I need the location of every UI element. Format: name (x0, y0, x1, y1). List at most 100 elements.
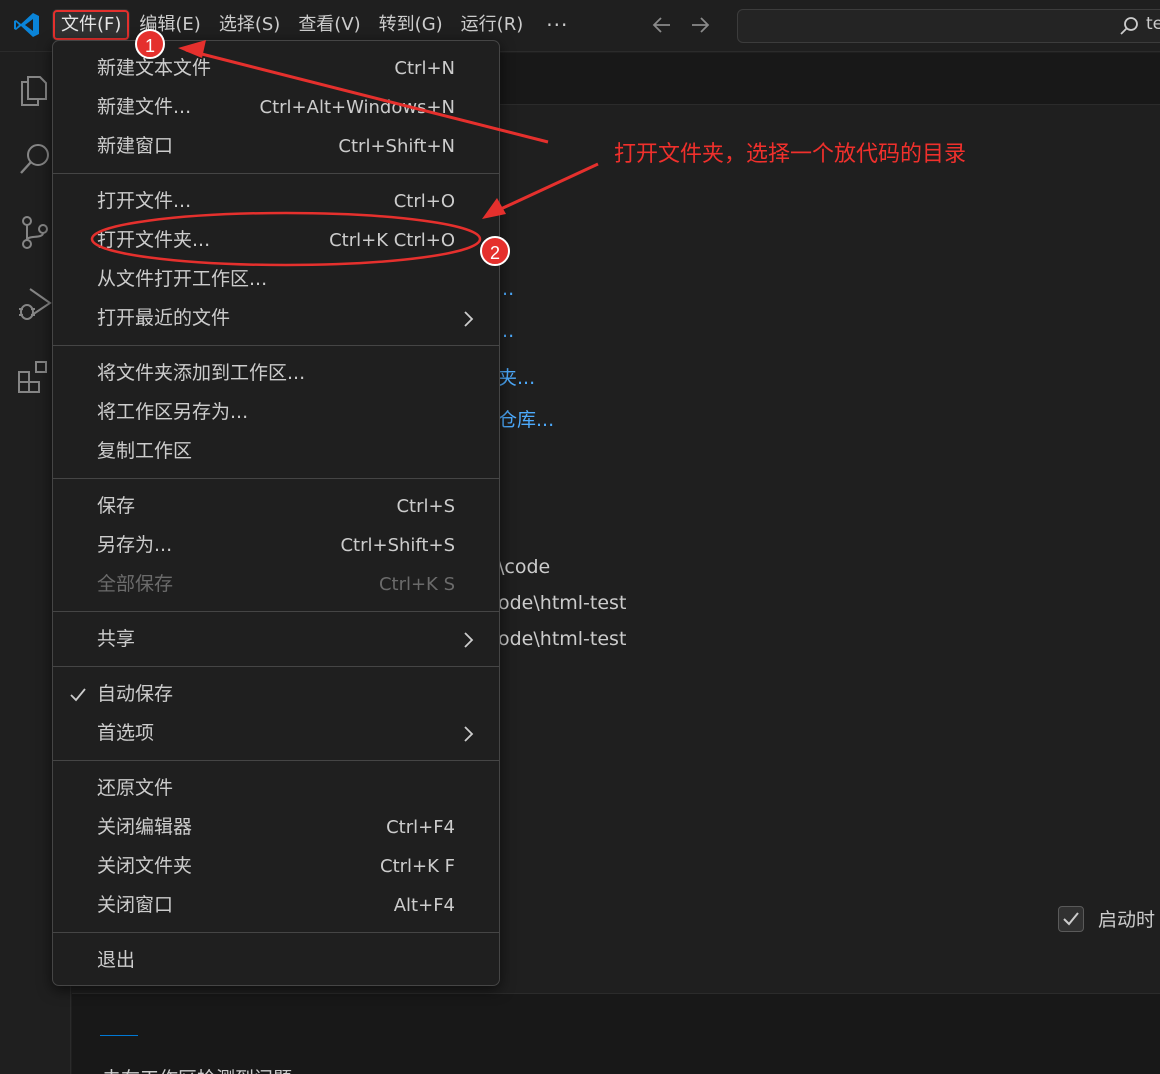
menu-view[interactable]: 查看(V) (289, 9, 369, 41)
menu-separator (53, 478, 499, 479)
menu-item-label: 全部保存 (97, 573, 174, 595)
menu-item-g1-i3[interactable]: 打开最近的文件 (53, 299, 499, 338)
menu-item-g6-i1[interactable]: 关闭编辑器 Ctrl+F4 (53, 808, 499, 847)
menu-item-label: 打开最近的文件 (97, 307, 231, 329)
menu-separator (53, 932, 499, 933)
back-arrow-icon[interactable] (650, 12, 674, 38)
menu-separator (53, 611, 499, 612)
source-control-icon[interactable] (16, 213, 54, 251)
menu-item-label: 还原文件 (97, 777, 174, 799)
menu-item-label: 保存 (97, 495, 136, 517)
file-menu-dropdown: 新建文本文件 Ctrl+N 新建文件... Ctrl+Alt+Windows+N 新建窗… (52, 40, 500, 986)
menu-item-g2-i2[interactable]: 复制工作区 (53, 432, 499, 471)
search-view-icon[interactable] (16, 140, 54, 178)
chevron-right-icon (464, 632, 474, 648)
annotation-badge-1: 1 (135, 29, 165, 59)
recent-item-path[interactable]: ode\html-test (498, 628, 626, 650)
checkmark-icon (1063, 911, 1079, 925)
menu-item-shortcut: Ctrl+Shift+S (340, 535, 455, 556)
menu-more-button[interactable]: ··· (532, 9, 582, 41)
menu-item-shortcut: Ctrl+K Ctrl+O (329, 230, 455, 251)
menu-file[interactable]: 文件(F) (52, 9, 131, 41)
explorer-icon[interactable] (16, 69, 54, 107)
menu-item-g4-i0[interactable]: 共享 (53, 620, 499, 659)
menu-item-g7-i0[interactable]: 退出 (53, 941, 499, 980)
start-link-open-folder[interactable]: 夹... (498, 363, 535, 390)
menu-go[interactable]: 转到(G) (370, 9, 452, 41)
menu-item-g0-i0[interactable]: 新建文本文件 Ctrl+N (53, 49, 499, 88)
recent-item-path[interactable]: ode\html-test (498, 592, 626, 614)
checkmark-icon (70, 688, 86, 702)
recent-item-path[interactable]: \code (498, 556, 550, 578)
forward-arrow-icon[interactable] (688, 12, 712, 38)
menu-item-shortcut: Ctrl+Shift+N (338, 136, 455, 157)
bottom-panel: 未在工作区检测到问题。 (72, 993, 1160, 1074)
menu-item-label: 关闭窗口 (97, 894, 174, 916)
menu-item-shortcut: Ctrl+N (394, 58, 455, 79)
menu-item-label: 打开文件夹... (97, 229, 211, 251)
menu-item-label: 新建文件... (97, 96, 192, 118)
menu-item-shortcut: Ctrl+F4 (386, 817, 455, 838)
tab-problems[interactable] (100, 1016, 138, 1036)
menu-item-label: 将文件夹添加到工作区... (97, 362, 306, 384)
show-welcome-on-startup: 启动时 (1058, 905, 1155, 932)
menu-item-g0-i2[interactable]: 新建窗口 Ctrl+Shift+N (53, 127, 499, 166)
panel-tabs (100, 1016, 138, 1036)
menu-item-g5-i1[interactable]: 首选项 (53, 714, 499, 753)
search-icon (1120, 17, 1138, 35)
menu-item-g2-i1[interactable]: 将工作区另存为... (53, 393, 499, 432)
menu-item-g1-i0[interactable]: 打开文件... Ctrl+O (53, 182, 499, 221)
annotation-note: 打开文件夹，选择一个放代码的目录 (614, 142, 967, 167)
menu-item-shortcut: Ctrl+Alt+Windows+N (259, 97, 455, 118)
menu-item-label: 打开文件... (97, 190, 192, 212)
menu-item-label: 自动保存 (97, 683, 174, 705)
show-welcome-checkbox[interactable] (1058, 905, 1084, 932)
menu-item-label: 复制工作区 (97, 440, 193, 462)
annotation-badge-2: 2 (480, 236, 510, 266)
menu-separator (53, 173, 499, 174)
menu-item-shortcut: Ctrl+K S (378, 574, 455, 595)
menu-item-label: 关闭编辑器 (97, 816, 193, 838)
menu-item-g1-i2[interactable]: 从文件打开工作区... (53, 260, 499, 299)
menu-item-g3-i1[interactable]: 另存为... Ctrl+Shift+S (53, 526, 499, 565)
command-center-search[interactable]: te (737, 9, 1160, 43)
menu-item-g1-i1[interactable]: 打开文件夹... Ctrl+K Ctrl+O (53, 221, 499, 260)
menu-item-label: 将工作区另存为... (97, 401, 249, 423)
menu-item-label: 从文件打开工作区... (97, 268, 268, 290)
menu-item-label: 新建文本文件 (97, 57, 212, 79)
menu-item-g5-i0[interactable]: 自动保存 (53, 675, 499, 714)
menu-run[interactable]: 运行(R) (452, 9, 533, 41)
menu-item-shortcut: Ctrl+K F (380, 856, 455, 877)
menu-item-label: 另存为... (97, 534, 173, 556)
menu-item-g0-i1[interactable]: 新建文件... Ctrl+Alt+Windows+N (53, 88, 499, 127)
menu-item-label: 退出 (97, 949, 136, 971)
problems-message: 未在工作区检测到问题。 (102, 1064, 311, 1074)
menu-item-label: 共享 (97, 628, 136, 650)
menu-item-g3-i0[interactable]: 保存 Ctrl+S (53, 487, 499, 526)
menu-separator (53, 345, 499, 346)
menu-item-g3-i2: 全部保存 Ctrl+K S (53, 565, 499, 604)
menu-item-g6-i2[interactable]: 关闭文件夹 Ctrl+K F (53, 847, 499, 886)
menu-item-g2-i0[interactable]: 将文件夹添加到工作区... (53, 354, 499, 393)
menu-item-g6-i0[interactable]: 还原文件 (53, 769, 499, 808)
run-debug-icon[interactable] (16, 285, 54, 323)
start-link-clone-repo[interactable]: 仓库... (498, 405, 554, 432)
menu-item-label: 新建窗口 (97, 135, 174, 157)
extensions-icon[interactable] (16, 358, 54, 396)
menu-item-shortcut: Alt+F4 (393, 895, 455, 916)
menu-item-label: 关闭文件夹 (97, 855, 193, 877)
show-welcome-label: 启动时 (1098, 909, 1156, 931)
vscode-logo-icon (14, 13, 39, 37)
menu-separator (53, 666, 499, 667)
navigation-controls (650, 12, 712, 38)
chevron-right-icon (464, 726, 474, 742)
search-text: te (1146, 14, 1160, 34)
chevron-right-icon (464, 311, 474, 327)
menu-selection[interactable]: 选择(S) (210, 9, 289, 41)
menu-separator (53, 760, 499, 761)
menu-bar: 文件(F) 编辑(E) 选择(S) 查看(V) 转到(G) 运行(R) ··· (52, 6, 582, 44)
menu-item-label: 首选项 (97, 722, 155, 744)
menu-item-shortcut: Ctrl+S (396, 496, 455, 517)
menu-item-g6-i3[interactable]: 关闭窗口 Alt+F4 (53, 886, 499, 925)
menu-item-shortcut: Ctrl+O (393, 191, 455, 212)
